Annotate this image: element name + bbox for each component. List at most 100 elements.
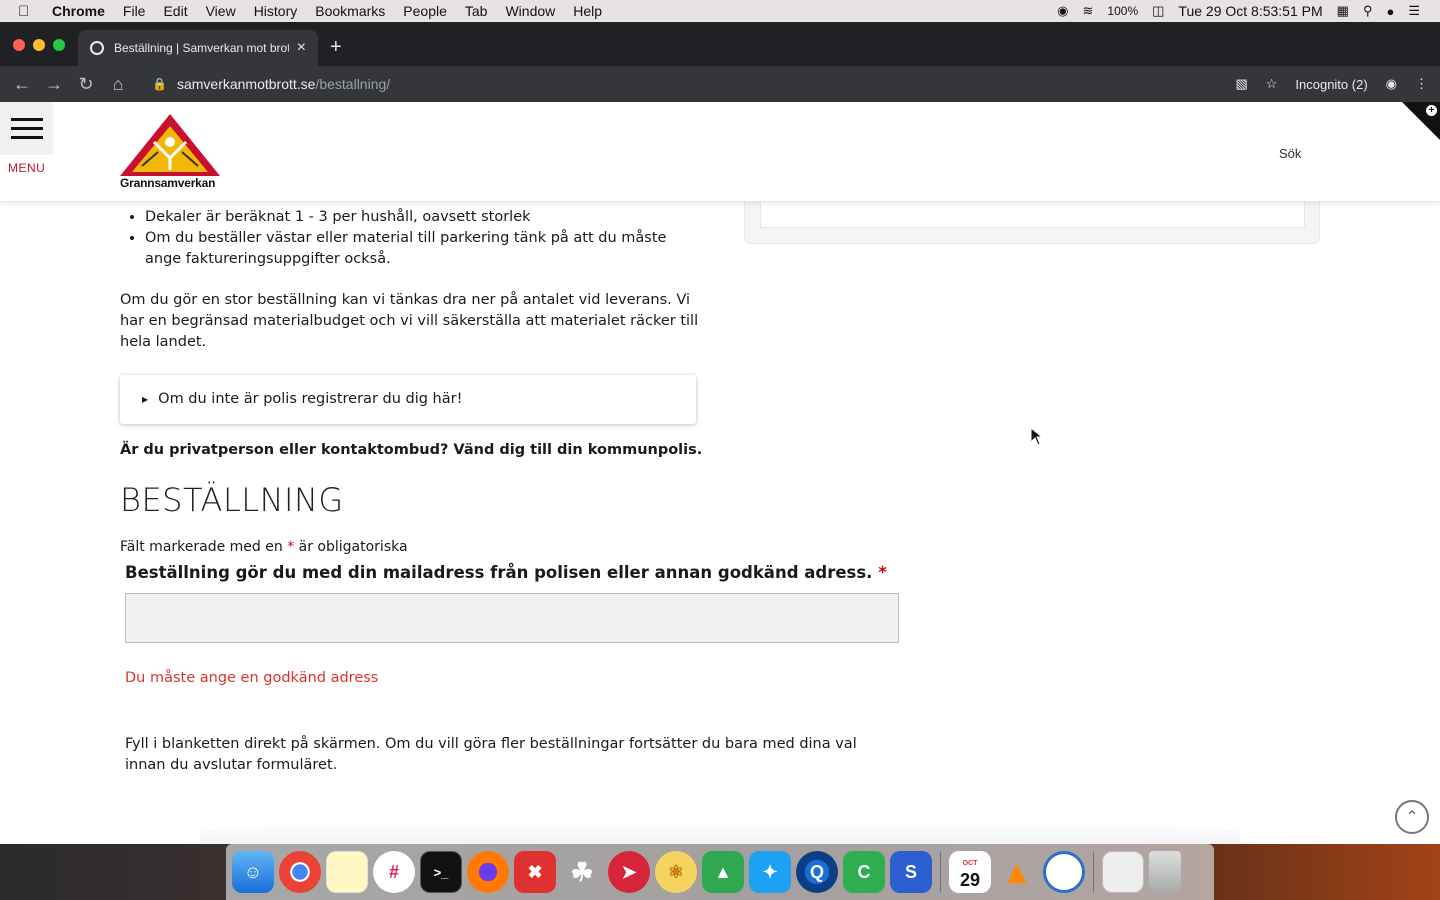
menu-people[interactable]: People xyxy=(403,3,447,19)
menu-label[interactable]: MENU xyxy=(8,161,45,175)
new-tab-plus-icon[interactable]: + xyxy=(330,36,342,59)
email-field[interactable] xyxy=(125,593,899,643)
menu-history[interactable]: History xyxy=(254,3,298,19)
lock-icon[interactable]: 🔒 xyxy=(152,77,167,91)
incognito-label[interactable]: Incognito (2) xyxy=(1295,77,1367,92)
coda-icon[interactable]: C xyxy=(843,851,885,893)
home-icon[interactable]: ⌂ xyxy=(102,74,134,95)
disclosure-triangle-icon: ▶ xyxy=(142,395,149,404)
battery-icon[interactable]: ◫ xyxy=(1152,3,1164,19)
bookmark-star-icon[interactable]: ☆ xyxy=(1266,76,1278,92)
translate-icon[interactable]: ▧ xyxy=(1235,76,1247,92)
xmind-icon[interactable]: ✖ xyxy=(514,851,556,893)
email-field-label: Beställning gör du med din mailadress fr… xyxy=(125,562,887,583)
globe-icon xyxy=(90,41,104,55)
list-item: Dekaler är beräknat 1 - 3 per hushåll, o… xyxy=(145,207,700,228)
macos-menubar:  Chrome File Edit View History Bookmark… xyxy=(0,0,1440,22)
main-content: Dekaler är beräknat 1 - 3 per hushåll, o… xyxy=(120,202,900,773)
apple-icon[interactable]:  xyxy=(18,3,40,20)
siri-icon[interactable]: ● xyxy=(1386,4,1394,19)
budget-paragraph: Om du gör en stor beställning kan vi tän… xyxy=(120,292,699,350)
calendar-icon[interactable]: OCT 29 xyxy=(949,851,991,893)
url-path: /bestallning/ xyxy=(315,76,391,92)
notification-center-icon[interactable]: ☰ xyxy=(1408,3,1420,19)
documents-folder-icon[interactable] xyxy=(1102,851,1144,893)
notes-icon[interactable] xyxy=(326,851,368,893)
email-field-label-text: Beställning gör du med din mailadress fr… xyxy=(125,563,873,582)
quicktime-icon[interactable]: Q xyxy=(796,851,838,893)
terminal-icon[interactable]: >_ xyxy=(420,851,462,893)
scroll-to-top-button[interactable]: ⌃ xyxy=(1395,800,1429,834)
window-zoom-button[interactable] xyxy=(53,39,65,51)
page-title: BESTÄLLNING xyxy=(120,481,344,519)
wifi-icon[interactable]: ≋ xyxy=(1083,3,1094,19)
logo-text: Grannsamverkan xyxy=(120,176,216,190)
slack-icon[interactable]: # xyxy=(373,851,415,893)
list-item: Om du beställer västar eller material ti… xyxy=(145,228,700,270)
browser-toolbar: ← → ↻ ⌂ 🔒 samverkanmotbrott.se/bestallni… xyxy=(0,66,1440,102)
atom-icon[interactable]: ⚛ xyxy=(655,851,697,893)
dock-separator xyxy=(1093,852,1094,892)
web-page: Dekaler är beräknat 1 - 3 per hushåll, o… xyxy=(0,102,1440,844)
clock[interactable]: Tue 29 Oct 8:53:51 PM xyxy=(1178,3,1322,19)
plus-circle-icon[interactable]: + xyxy=(1426,105,1437,116)
trash-icon[interactable] xyxy=(1149,851,1181,893)
back-arrow-icon[interactable]: ← xyxy=(6,74,38,95)
required-star: * xyxy=(287,539,295,555)
hamburger-icon-bar xyxy=(10,127,43,130)
finder-icon[interactable]: ☺ xyxy=(232,851,274,893)
window-close-button[interactable] xyxy=(13,39,25,51)
required-star: * xyxy=(878,563,887,582)
dock: ☺ # >_ ✖ ☘ ➤ ⚛ ▲ ✦ Q C S OCT 29 ▲ xyxy=(226,844,1214,900)
footer-shadow xyxy=(200,820,1240,844)
menu-view[interactable]: View xyxy=(206,3,236,19)
browser-tab-strip: Beställning | Samverkan mot brott × + xyxy=(0,22,1440,66)
circle-app-icon[interactable] xyxy=(1043,851,1085,893)
dock-separator xyxy=(940,852,941,892)
feedly-icon[interactable]: ▲ xyxy=(702,851,744,893)
firefox-icon[interactable] xyxy=(467,851,509,893)
register-disclosure[interactable]: ▶ Om du inte är polis registrerar du dig… xyxy=(120,375,696,424)
tab-title: Beställning | Samverkan mot brott xyxy=(114,41,289,55)
airmail-icon[interactable]: ➤ xyxy=(608,851,650,893)
tableplus-elephant-icon[interactable]: ☘ xyxy=(561,851,603,893)
chrome-menu-kebab-icon[interactable]: ⋮ xyxy=(1415,76,1428,92)
menu-tab[interactable]: Tab xyxy=(465,3,488,19)
screen-record-icon[interactable]: ◉ xyxy=(1057,3,1068,19)
chevron-up-icon: ⌃ xyxy=(1405,809,1419,826)
forward-arrow-icon[interactable]: → xyxy=(38,74,70,95)
battery-percent: 100% xyxy=(1107,4,1139,18)
email-error-message: Du måste ange en godkänd adress xyxy=(125,670,379,686)
menu-file[interactable]: File xyxy=(123,3,146,19)
simplenote-icon[interactable]: S xyxy=(890,851,932,893)
menu-app-name[interactable]: Chrome xyxy=(52,3,105,19)
vlc-cone-icon[interactable]: ▲ xyxy=(996,851,1038,893)
form-instructions: Fyll i blanketten direkt på skärmen. Om … xyxy=(125,736,857,773)
search-link[interactable]: Sök xyxy=(1279,146,1301,161)
twitter-icon[interactable]: ✦ xyxy=(749,851,791,893)
spotlight-search-icon[interactable]: ⚲ xyxy=(1363,3,1373,19)
contact-notice: Är du privatperson eller kontaktombud? V… xyxy=(120,442,703,458)
chrome-icon[interactable] xyxy=(279,851,321,893)
required-note-pre: Fält markerade med en xyxy=(120,539,283,555)
hamburger-menu-button[interactable] xyxy=(0,102,53,155)
calendar-menu-icon[interactable]: ▦ xyxy=(1337,3,1349,19)
address-bar[interactable]: 🔒 samverkanmotbrott.se/bestallning/ xyxy=(140,70,1270,98)
menu-edit[interactable]: Edit xyxy=(163,3,187,19)
incognito-icon[interactable]: ◉ xyxy=(1386,76,1397,92)
required-fields-note: Fält markerade med en * är obligatoriska xyxy=(120,537,408,558)
required-note-post: är obligatoriska xyxy=(298,539,408,555)
menu-bookmarks[interactable]: Bookmarks xyxy=(315,3,385,19)
site-header: MENU Grannsamverkan Sök + xyxy=(0,102,1440,202)
menubar-status-area: ◉ ≋ 100% ◫ Tue 29 Oct 8:53:51 PM ▦ ⚲ ● ☰ xyxy=(1057,0,1420,22)
disclosure-label: Om du inte är polis registrerar du dig h… xyxy=(158,391,463,407)
toolbar-right: ▧ ☆ Incognito (2) ◉ ⋮ xyxy=(1235,66,1428,102)
browser-tab-active[interactable]: Beställning | Samverkan mot brott × xyxy=(78,30,318,66)
reload-icon[interactable]: ↻ xyxy=(70,74,102,95)
menu-help[interactable]: Help xyxy=(573,3,602,19)
menu-window[interactable]: Window xyxy=(505,3,555,19)
tab-close-icon[interactable]: × xyxy=(297,39,306,57)
window-minimize-button[interactable] xyxy=(33,39,45,51)
info-bullet-list: Dekaler är beräknat 1 - 3 per hushåll, o… xyxy=(120,207,700,270)
mouse-cursor-icon xyxy=(1031,428,1043,446)
